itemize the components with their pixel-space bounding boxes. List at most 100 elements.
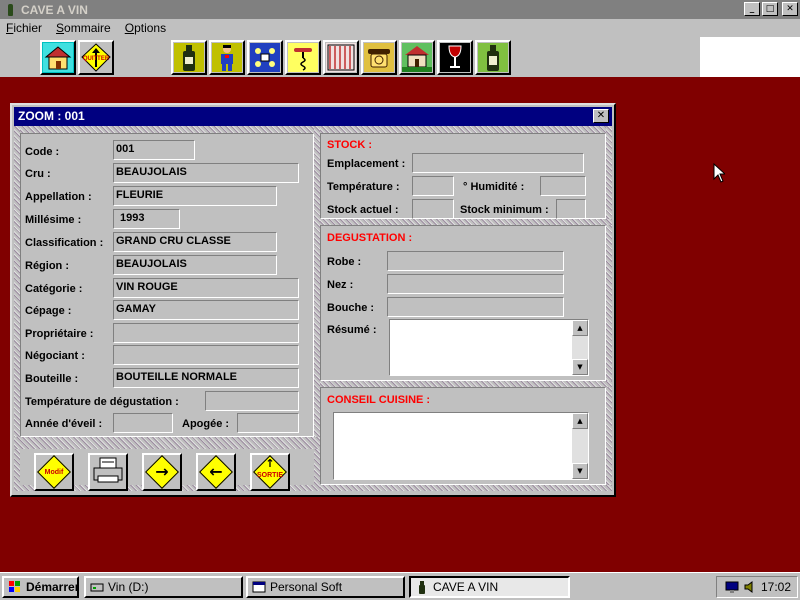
humidite-label: ° Humidité :	[463, 181, 525, 193]
appellation-field[interactable]: FLEURIE	[113, 186, 277, 206]
phone-button[interactable]	[361, 40, 397, 75]
pattern-border-right	[606, 126, 612, 491]
wine-info-panel: Code : 001 Cru : BEAUJOLAIS Appellation …	[20, 133, 314, 437]
resume-scrollbar[interactable]: ▲ ▼	[572, 320, 588, 375]
bouteille-field[interactable]: BOUTEILLE NORMALE	[113, 368, 299, 388]
region-field[interactable]: BEAUJOLAIS	[113, 255, 277, 275]
taskbar: Démarrer Vin (D:) Personal Soft CAVE A V…	[0, 572, 800, 600]
task-label: CAVE A VIN	[433, 580, 499, 594]
owners-button[interactable]	[209, 40, 245, 75]
proprietaire-field[interactable]	[113, 323, 299, 343]
cepage-label: Cépage :	[25, 305, 72, 317]
bouche-label: Bouche :	[327, 302, 375, 314]
resume-textarea[interactable]: ▲ ▼	[389, 319, 589, 376]
bouche-field[interactable]	[387, 297, 564, 317]
cepage-field[interactable]: GAMAY	[113, 300, 299, 320]
minimize-button[interactable]: _	[744, 2, 760, 16]
negociant-label: Négociant :	[25, 350, 85, 362]
wine-bottle-icon	[415, 580, 429, 594]
degustation-title: DEGUSTATION :	[327, 232, 413, 244]
conseil-title: CONSEIL CUISINE :	[327, 394, 431, 406]
corkscrew-icon	[288, 43, 318, 72]
cru-label: Cru :	[25, 168, 51, 180]
clock[interactable]: 17:02	[761, 580, 791, 594]
drive-icon	[90, 580, 104, 594]
annee-eveil-field[interactable]	[113, 413, 173, 433]
monitor-icon[interactable]	[725, 580, 739, 594]
emplacement-field[interactable]	[412, 153, 584, 173]
close-button[interactable]: ✕	[782, 2, 798, 16]
cru-field[interactable]: BEAUJOLAIS	[113, 163, 299, 183]
wine-bottle-app-icon[interactable]	[3, 3, 17, 17]
domain-button[interactable]	[399, 40, 435, 75]
code-field[interactable]: 001	[113, 140, 195, 160]
start-label: Démarrer	[26, 580, 79, 594]
menu-fichier[interactable]: Fichier	[6, 21, 42, 35]
task-personal-soft[interactable]: Personal Soft	[246, 576, 405, 598]
humidite-field[interactable]	[540, 176, 586, 196]
exit-button[interactable]: ↑ SORTIE	[250, 453, 290, 491]
task-cave-a-vin[interactable]: CAVE A VIN	[409, 576, 570, 598]
list-button[interactable]	[323, 40, 359, 75]
scroll-down-icon[interactable]: ▼	[572, 359, 588, 375]
app-title: CAVE A VIN	[21, 2, 88, 17]
robe-field[interactable]	[387, 251, 564, 271]
glass-button[interactable]	[437, 40, 473, 75]
quit-button[interactable]: QUITTER	[78, 40, 114, 75]
scroll-down-icon[interactable]: ▼	[572, 463, 588, 479]
millesime-field[interactable]: 1993	[113, 209, 180, 229]
stock-actuel-label: Stock actuel :	[327, 204, 399, 216]
conseil-scrollbar[interactable]: ▲ ▼	[572, 413, 588, 479]
menu-sommaire[interactable]: Sommaire	[56, 21, 111, 35]
appellation-label: Appellation :	[25, 191, 92, 203]
modify-label: Modif	[44, 468, 64, 476]
menu-options[interactable]: Options	[125, 21, 166, 35]
print-button[interactable]	[88, 453, 128, 491]
emplacement-label: Emplacement :	[327, 158, 406, 170]
previous-button[interactable]: ←	[196, 453, 236, 491]
house-icon	[43, 43, 73, 72]
modify-button[interactable]: Modif	[34, 453, 74, 491]
exit-label: SORTIE	[256, 472, 284, 479]
task-vin-drive[interactable]: Vin (D:)	[84, 576, 243, 598]
pattern-border-top	[14, 126, 612, 133]
label-button[interactable]	[475, 40, 511, 75]
conseil-panel: CONSEIL CUISINE : ▲ ▼	[320, 387, 606, 485]
zoom-close-button[interactable]: ✕	[593, 109, 609, 123]
code-label: Code :	[25, 146, 60, 158]
cellar-button[interactable]	[247, 40, 283, 75]
windows-logo-icon	[8, 580, 22, 594]
stock-minimum-field[interactable]	[556, 199, 586, 219]
apogee-field[interactable]	[237, 413, 299, 433]
categorie-label: Catégorie :	[25, 283, 83, 295]
negociant-field[interactable]	[113, 345, 299, 365]
nez-field[interactable]	[387, 274, 564, 294]
temperature-field[interactable]	[412, 176, 454, 196]
window-icon	[252, 580, 266, 594]
stock-actuel-field[interactable]	[412, 199, 454, 219]
arrow-right-icon: →	[145, 455, 179, 489]
temperature-label: Température :	[327, 181, 400, 193]
start-button[interactable]: Démarrer	[2, 576, 79, 598]
telephone-icon	[364, 43, 394, 72]
next-button[interactable]: →	[142, 453, 182, 491]
task-label: Vin (D:)	[108, 580, 149, 594]
stock-panel: STOCK : Emplacement : Température : ° Hu…	[320, 133, 606, 219]
person-icon	[212, 43, 242, 72]
home-button[interactable]	[40, 40, 76, 75]
wine-glass-icon	[440, 43, 470, 72]
scroll-up-icon[interactable]: ▲	[572, 413, 588, 429]
quit-label: QUITTER	[83, 56, 110, 62]
temp-degustation-label: Température de dégustation :	[25, 396, 179, 408]
classification-field[interactable]: GRAND CRU CLASSE	[113, 232, 277, 252]
speaker-icon[interactable]	[743, 580, 757, 594]
bottles-button[interactable]	[171, 40, 207, 75]
maximize-button[interactable]: □	[762, 2, 778, 16]
scroll-up-icon[interactable]: ▲	[572, 320, 588, 336]
arrow-left-icon: ←	[199, 455, 233, 489]
temp-degustation-field[interactable]	[205, 391, 299, 411]
categorie-field[interactable]: VIN ROUGE	[113, 278, 299, 298]
conseil-textarea[interactable]: ▲ ▼	[333, 412, 589, 480]
tasting-button[interactable]	[285, 40, 321, 75]
proprietaire-label: Propriétaire :	[25, 328, 94, 340]
